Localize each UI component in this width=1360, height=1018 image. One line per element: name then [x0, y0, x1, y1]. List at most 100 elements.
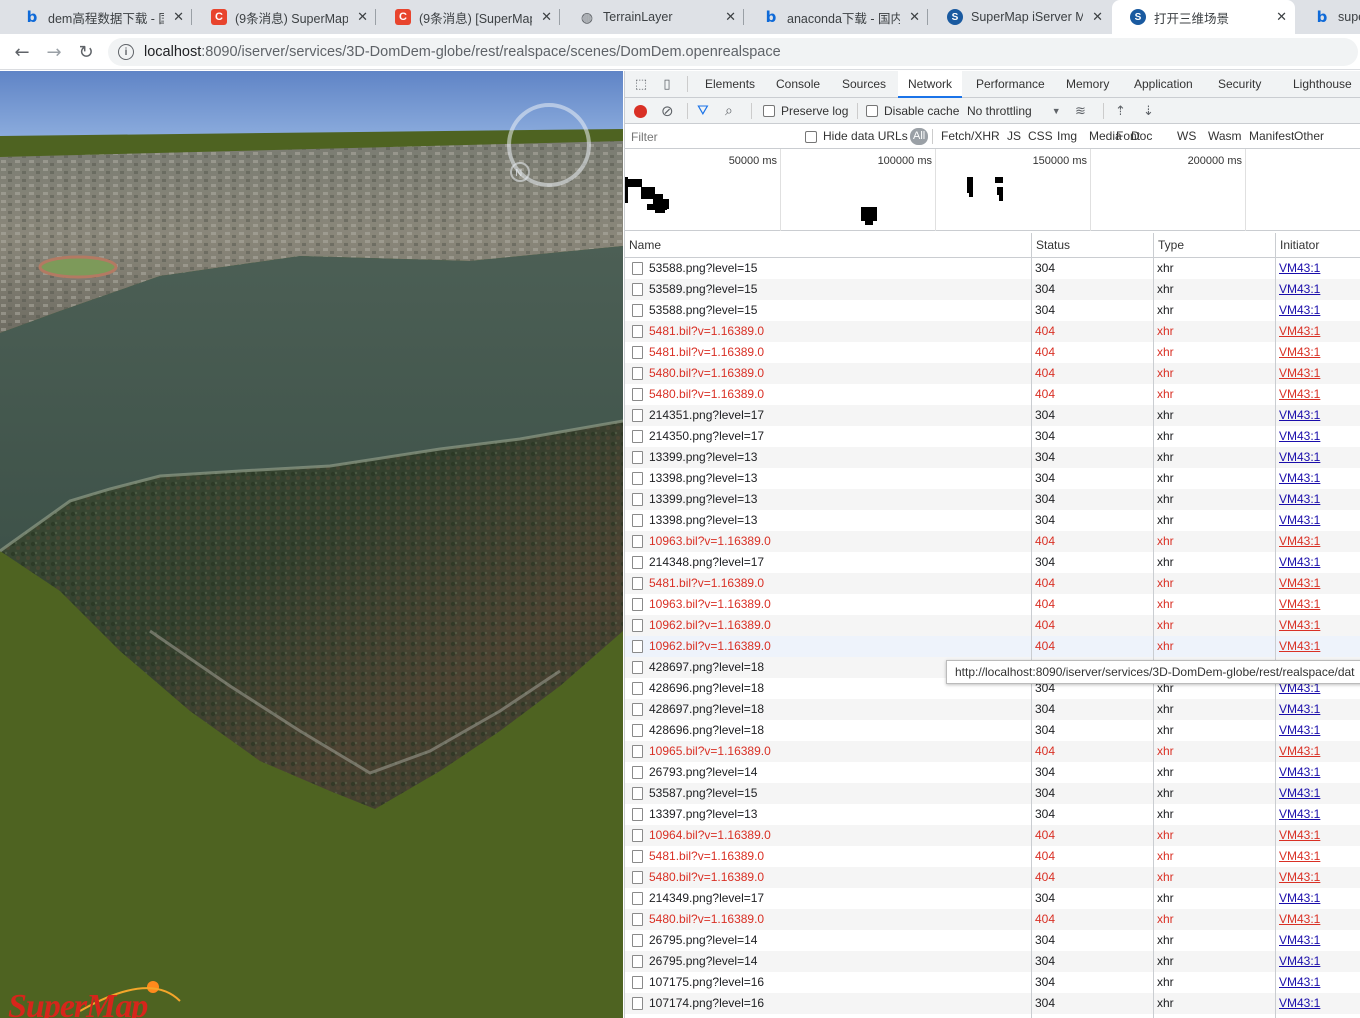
- back-arrow-icon[interactable]: ←: [10, 40, 34, 64]
- scene-viewport[interactable]: N SuperMap: [0, 71, 623, 1018]
- request-row[interactable]: 5480.bil?v=1.16389.0 404 xhr VM43:1: [625, 867, 1360, 888]
- request-name-cell[interactable]: 10962.bil?v=1.16389.0: [625, 636, 1031, 657]
- request-name-cell[interactable]: 5481.bil?v=1.16389.0: [625, 573, 1031, 594]
- clear-icon[interactable]: ⊘: [661, 98, 674, 124]
- request-row[interactable]: 13398.png?level=13 304 xhr VM43:1: [625, 510, 1360, 531]
- request-name-cell[interactable]: 13399.png?level=13: [625, 489, 1031, 510]
- close-tab-icon[interactable]: ✕: [173, 9, 184, 25]
- devtools-tab-memory[interactable]: Memory: [1056, 71, 1119, 98]
- request-initiator-link[interactable]: VM43:1: [1275, 867, 1360, 888]
- request-initiator-link[interactable]: VM43:1: [1275, 573, 1360, 594]
- devtools-tab-console[interactable]: Console: [766, 71, 830, 98]
- browser-tab[interactable]: C (9条消息) SuperMap ✕: [193, 0, 376, 34]
- request-initiator-link[interactable]: VM43:1: [1275, 804, 1360, 825]
- request-initiator-link[interactable]: VM43:1: [1275, 447, 1360, 468]
- filter-icon[interactable]: ⛛: [697, 98, 709, 124]
- request-name-cell[interactable]: 5481.bil?v=1.16389.0: [625, 321, 1031, 342]
- devtools-tab-lighthouse[interactable]: Lighthouse: [1283, 71, 1360, 98]
- request-initiator-link[interactable]: VM43:1: [1275, 552, 1360, 573]
- export-har-icon[interactable]: ⇣: [1143, 98, 1154, 124]
- request-row[interactable]: 428697.png?level=18 304 xhr VM43:1: [625, 699, 1360, 720]
- request-initiator-link[interactable]: VM43:1: [1275, 741, 1360, 762]
- request-initiator-link[interactable]: VM43:1: [1275, 405, 1360, 426]
- close-tab-icon[interactable]: ✕: [357, 9, 368, 25]
- request-row[interactable]: 428696.png?level=18 304 xhr VM43:1: [625, 720, 1360, 741]
- request-initiator-link[interactable]: VM43:1: [1275, 279, 1360, 300]
- filter-all-pill[interactable]: All: [910, 128, 929, 145]
- request-name-cell[interactable]: 26793.png?level=14: [625, 762, 1031, 783]
- request-name-cell[interactable]: 107174.png?level=16: [625, 993, 1031, 1014]
- request-name-cell[interactable]: 5480.bil?v=1.16389.0: [625, 909, 1031, 930]
- request-row[interactable]: 13397.png?level=13 304 xhr VM43:1: [625, 804, 1360, 825]
- request-name-cell[interactable]: 214349.png?level=17: [625, 888, 1031, 909]
- preserve-log-checkbox[interactable]: Preserve log: [763, 98, 848, 124]
- request-row[interactable]: 214350.png?level=17 304 xhr VM43:1: [625, 426, 1360, 447]
- request-initiator-link[interactable]: VM43:1: [1275, 321, 1360, 342]
- import-har-icon[interactable]: ⇡: [1115, 98, 1126, 124]
- close-tab-icon[interactable]: ✕: [1092, 9, 1103, 25]
- request-name-cell[interactable]: 13398.png?level=13: [625, 510, 1031, 531]
- filter-type-img[interactable]: Img: [1057, 124, 1077, 149]
- network-overview-timeline[interactable]: 50000 ms100000 ms150000 ms200000 ms250: [625, 149, 1360, 231]
- forward-arrow-icon[interactable]: →: [42, 40, 66, 64]
- request-name-cell[interactable]: 5481.bil?v=1.16389.0: [625, 846, 1031, 867]
- request-row[interactable]: 10963.bil?v=1.16389.0 404 xhr VM43:1: [625, 531, 1360, 552]
- close-tab-icon[interactable]: ✕: [1276, 9, 1287, 25]
- request-initiator-link[interactable]: VM43:1: [1275, 510, 1360, 531]
- request-name-cell[interactable]: 428696.png?level=18: [625, 720, 1031, 741]
- request-initiator-link[interactable]: VM43:1: [1275, 699, 1360, 720]
- request-row[interactable]: 5480.bil?v=1.16389.0 404 xhr VM43:1: [625, 909, 1360, 930]
- request-name-cell[interactable]: 13397.png?level=13: [625, 804, 1031, 825]
- request-row[interactable]: 10962.bil?v=1.16389.0 404 xhr VM43:1: [625, 636, 1360, 657]
- devtools-tab-network[interactable]: Network: [898, 71, 963, 98]
- request-row[interactable]: 26795.png?level=14 304 xhr VM43:1: [625, 951, 1360, 972]
- request-name-cell[interactable]: 53588.png?level=15: [625, 258, 1031, 279]
- request-initiator-link[interactable]: VM43:1: [1275, 993, 1360, 1014]
- request-initiator-link[interactable]: VM43:1: [1275, 384, 1360, 405]
- hide-data-urls-checkbox[interactable]: Hide data URLs: [805, 124, 908, 149]
- devtools-tab-sources[interactable]: Sources: [832, 71, 896, 98]
- request-name-cell[interactable]: 10964.bil?v=1.16389.0: [625, 825, 1031, 846]
- network-conditions-icon[interactable]: ≋: [1075, 98, 1086, 124]
- request-name-cell[interactable]: 428697.png?level=18: [625, 699, 1031, 720]
- request-row[interactable]: 53588.png?level=15 304 xhr VM43:1: [625, 300, 1360, 321]
- request-initiator-link[interactable]: VM43:1: [1275, 846, 1360, 867]
- request-name-cell[interactable]: 10962.bil?v=1.16389.0: [625, 615, 1031, 636]
- filter-type-manifest[interactable]: Manifest: [1249, 124, 1294, 149]
- record-button[interactable]: [634, 98, 647, 124]
- request-row[interactable]: 5480.bil?v=1.16389.0 404 xhr VM43:1: [625, 363, 1360, 384]
- filter-type-wasm[interactable]: Wasm: [1208, 124, 1242, 149]
- request-initiator-link[interactable]: VM43:1: [1275, 888, 1360, 909]
- request-row[interactable]: 5481.bil?v=1.16389.0 404 xhr VM43:1: [625, 573, 1360, 594]
- address-bar[interactable]: i localhost:8090/iserver/services/3D-Dom…: [108, 38, 1358, 66]
- column-header-initiator[interactable]: Initiator: [1275, 233, 1360, 258]
- request-row[interactable]: 53587.png?level=15 304 xhr VM43:1: [625, 783, 1360, 804]
- request-row[interactable]: 13398.png?level=13 304 xhr VM43:1: [625, 468, 1360, 489]
- browser-tab[interactable]: C (9条消息) [SuperMap ✕: [377, 0, 560, 34]
- request-row[interactable]: 214351.png?level=17 304 xhr VM43:1: [625, 405, 1360, 426]
- throttling-select[interactable]: No throttling ▼: [967, 98, 1061, 124]
- browser-tab[interactable]: S SuperMap iServer M ✕: [929, 0, 1111, 34]
- request-row[interactable]: 10964.bil?v=1.16389.0 404 xhr VM43:1: [625, 825, 1360, 846]
- request-initiator-link[interactable]: VM43:1: [1275, 636, 1360, 657]
- filter-input[interactable]: [627, 127, 793, 146]
- request-initiator-link[interactable]: VM43:1: [1275, 951, 1360, 972]
- request-row[interactable]: 5480.bil?v=1.16389.0 404 xhr VM43:1: [625, 384, 1360, 405]
- search-icon[interactable]: ⌕: [725, 98, 733, 124]
- request-name-cell[interactable]: 5480.bil?v=1.16389.0: [625, 384, 1031, 405]
- request-initiator-link[interactable]: VM43:1: [1275, 489, 1360, 510]
- request-name-cell[interactable]: 10963.bil?v=1.16389.0: [625, 531, 1031, 552]
- request-name-cell[interactable]: 214350.png?level=17: [625, 426, 1031, 447]
- info-icon[interactable]: i: [118, 44, 134, 60]
- request-name-cell[interactable]: 5480.bil?v=1.16389.0: [625, 867, 1031, 888]
- request-initiator-link[interactable]: VM43:1: [1275, 909, 1360, 930]
- request-initiator-link[interactable]: VM43:1: [1275, 342, 1360, 363]
- reload-icon[interactable]: ↻: [74, 40, 98, 64]
- browser-tab[interactable]: bsuper: [1296, 0, 1360, 34]
- request-name-cell[interactable]: 107175.png?level=16: [625, 972, 1031, 993]
- device-toolbar-icon[interactable]: ▯: [659, 76, 675, 92]
- filter-type-doc[interactable]: Doc: [1131, 124, 1152, 149]
- column-header-name[interactable]: Name: [625, 233, 1031, 258]
- request-initiator-link[interactable]: VM43:1: [1275, 783, 1360, 804]
- request-name-cell[interactable]: 13399.png?level=13: [625, 447, 1031, 468]
